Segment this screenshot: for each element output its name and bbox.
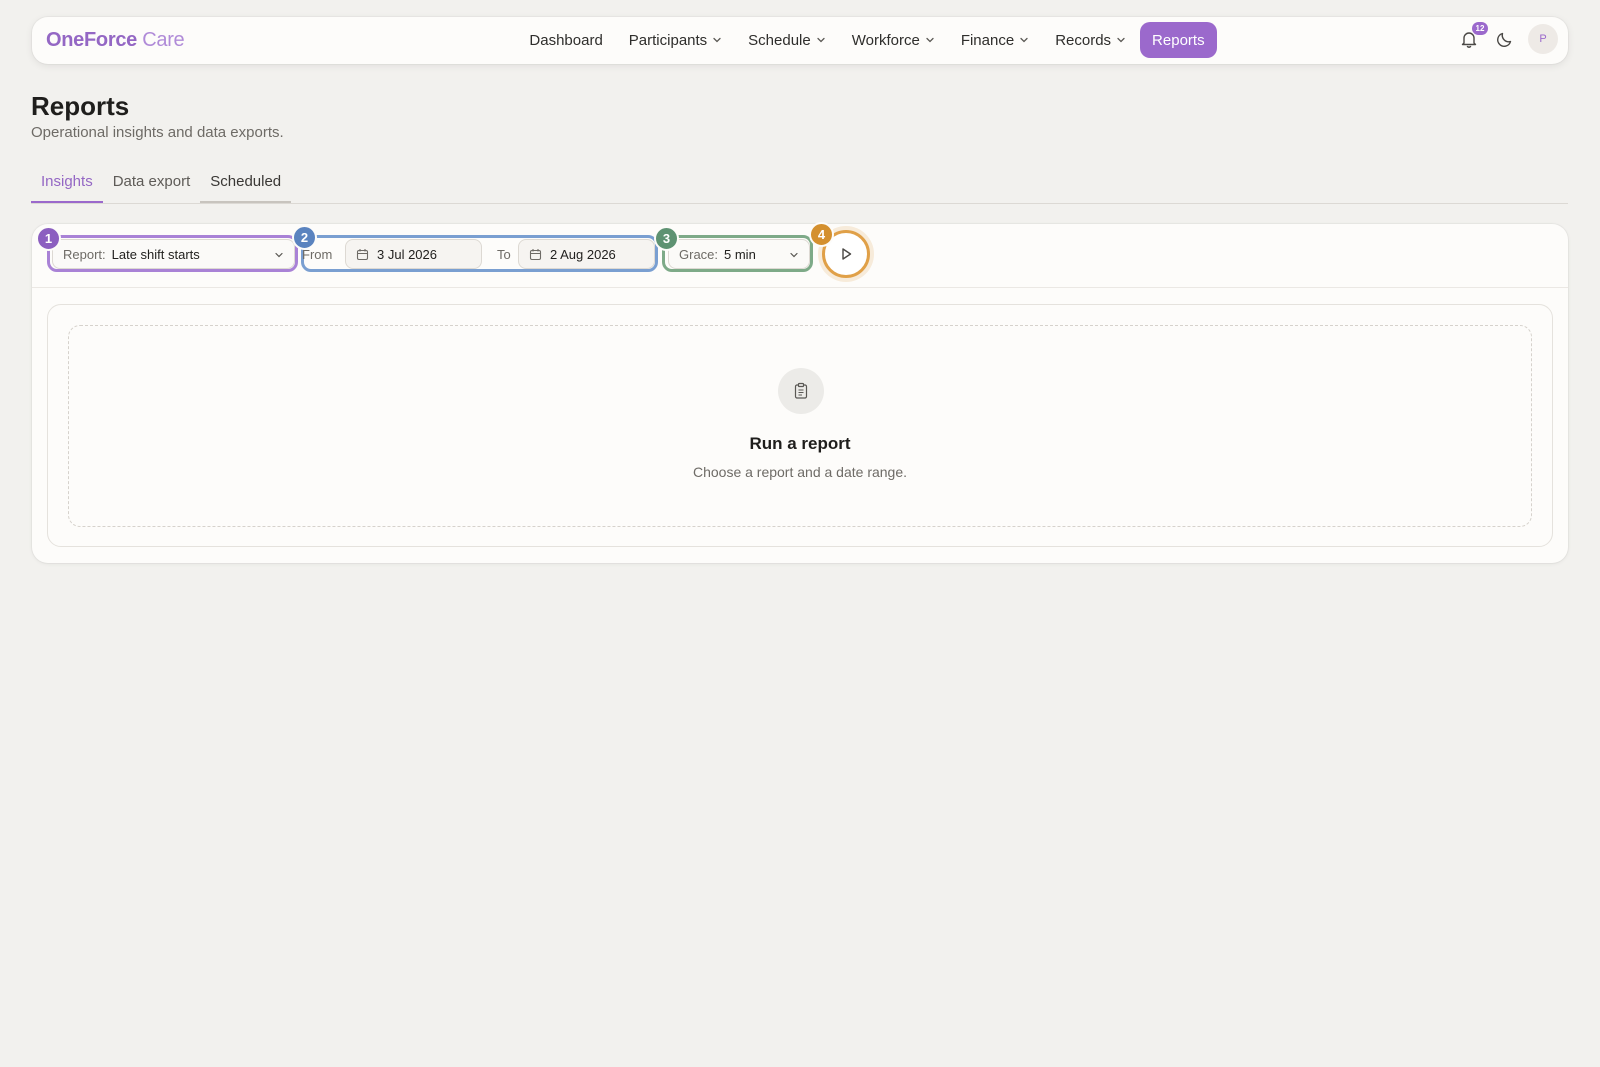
results-panel: Run a report Choose a report and a date … xyxy=(47,304,1553,547)
user-avatar[interactable]: P xyxy=(1528,24,1558,54)
report-select-value: Late shift starts xyxy=(111,246,200,262)
chevron-down-icon xyxy=(926,37,934,43)
nav-reports[interactable]: Reports xyxy=(1140,22,1217,58)
theme-toggle-button[interactable] xyxy=(1492,26,1518,52)
nav-schedule-label: Schedule xyxy=(748,31,811,49)
report-card: Report: Late shift starts From 3 Jul 202… xyxy=(32,222,1568,563)
to-label: To xyxy=(497,247,511,262)
top-actions: 12 P xyxy=(1456,22,1558,54)
tab-scheduled[interactable]: Scheduled xyxy=(200,169,292,203)
nav-records-label: Records xyxy=(1055,31,1112,49)
nav-reports-label: Reports xyxy=(1152,31,1205,49)
chevron-down-icon xyxy=(713,37,721,43)
main-nav: Dashboard Participants Schedule Workforc… xyxy=(32,22,1568,59)
empty-state-title: Run a report xyxy=(749,434,851,453)
empty-state-subtitle: Choose a report and a date range. xyxy=(692,464,908,480)
tab-data-export[interactable]: Data export xyxy=(103,169,201,203)
calendar-icon xyxy=(356,248,369,260)
clipboard-icon xyxy=(778,368,824,414)
grace-select-label: Grace: xyxy=(679,246,719,262)
chevron-down-icon xyxy=(1117,37,1125,43)
step-badge-3: 3 xyxy=(654,226,679,251)
notification-count-badge: 12 xyxy=(1472,22,1488,35)
chevron-down-icon xyxy=(1020,37,1028,43)
nav-dashboard[interactable]: Dashboard xyxy=(517,22,614,58)
nav-records[interactable]: Records xyxy=(1043,22,1138,58)
tab-bar: Insights Data export Scheduled xyxy=(31,169,1568,204)
from-date-value: 3 Jul 2026 xyxy=(377,246,437,262)
nav-participants[interactable]: Participants xyxy=(617,22,734,58)
report-toolbar: Report: Late shift starts From 3 Jul 202… xyxy=(32,222,1568,288)
page-title: Reports xyxy=(31,91,130,121)
empty-state: Run a report Choose a report and a date … xyxy=(68,325,1532,527)
chevron-down-icon xyxy=(275,252,283,258)
grace-select-value: 5 min xyxy=(724,246,756,262)
from-date-picker[interactable]: 3 Jul 2026 xyxy=(345,239,482,269)
nav-dashboard-label: Dashboard xyxy=(529,31,603,49)
chevron-down-icon xyxy=(790,252,798,258)
report-select-label: Report: xyxy=(63,246,106,262)
step-badge-1: 1 xyxy=(36,226,61,251)
nav-finance-label: Finance xyxy=(960,31,1015,49)
to-date-picker[interactable]: 2 Aug 2026 xyxy=(518,239,655,269)
moon-icon xyxy=(1497,32,1512,47)
top-navbar: OneForce Care Dashboard Participants Sch… xyxy=(32,17,1568,64)
step-badge-4: 4 xyxy=(809,222,834,247)
nav-workforce[interactable]: Workforce xyxy=(840,22,947,58)
chevron-down-icon xyxy=(817,37,825,43)
nav-workforce-label: Workforce xyxy=(851,31,920,49)
page-subtitle: Operational insights and data exports. xyxy=(31,124,284,141)
report-select[interactable]: Report: Late shift starts xyxy=(52,239,295,269)
tab-insights[interactable]: Insights xyxy=(31,169,103,203)
to-date-value: 2 Aug 2026 xyxy=(550,246,616,262)
play-icon xyxy=(842,248,852,260)
grace-select[interactable]: Grace: 5 min xyxy=(668,239,810,269)
step-badge-2: 2 xyxy=(292,225,317,250)
notifications-button[interactable]: 12 xyxy=(1456,22,1488,52)
nav-finance[interactable]: Finance xyxy=(949,22,1041,58)
nav-participants-label: Participants xyxy=(628,31,708,49)
calendar-icon xyxy=(529,248,542,260)
nav-schedule[interactable]: Schedule xyxy=(736,22,838,58)
